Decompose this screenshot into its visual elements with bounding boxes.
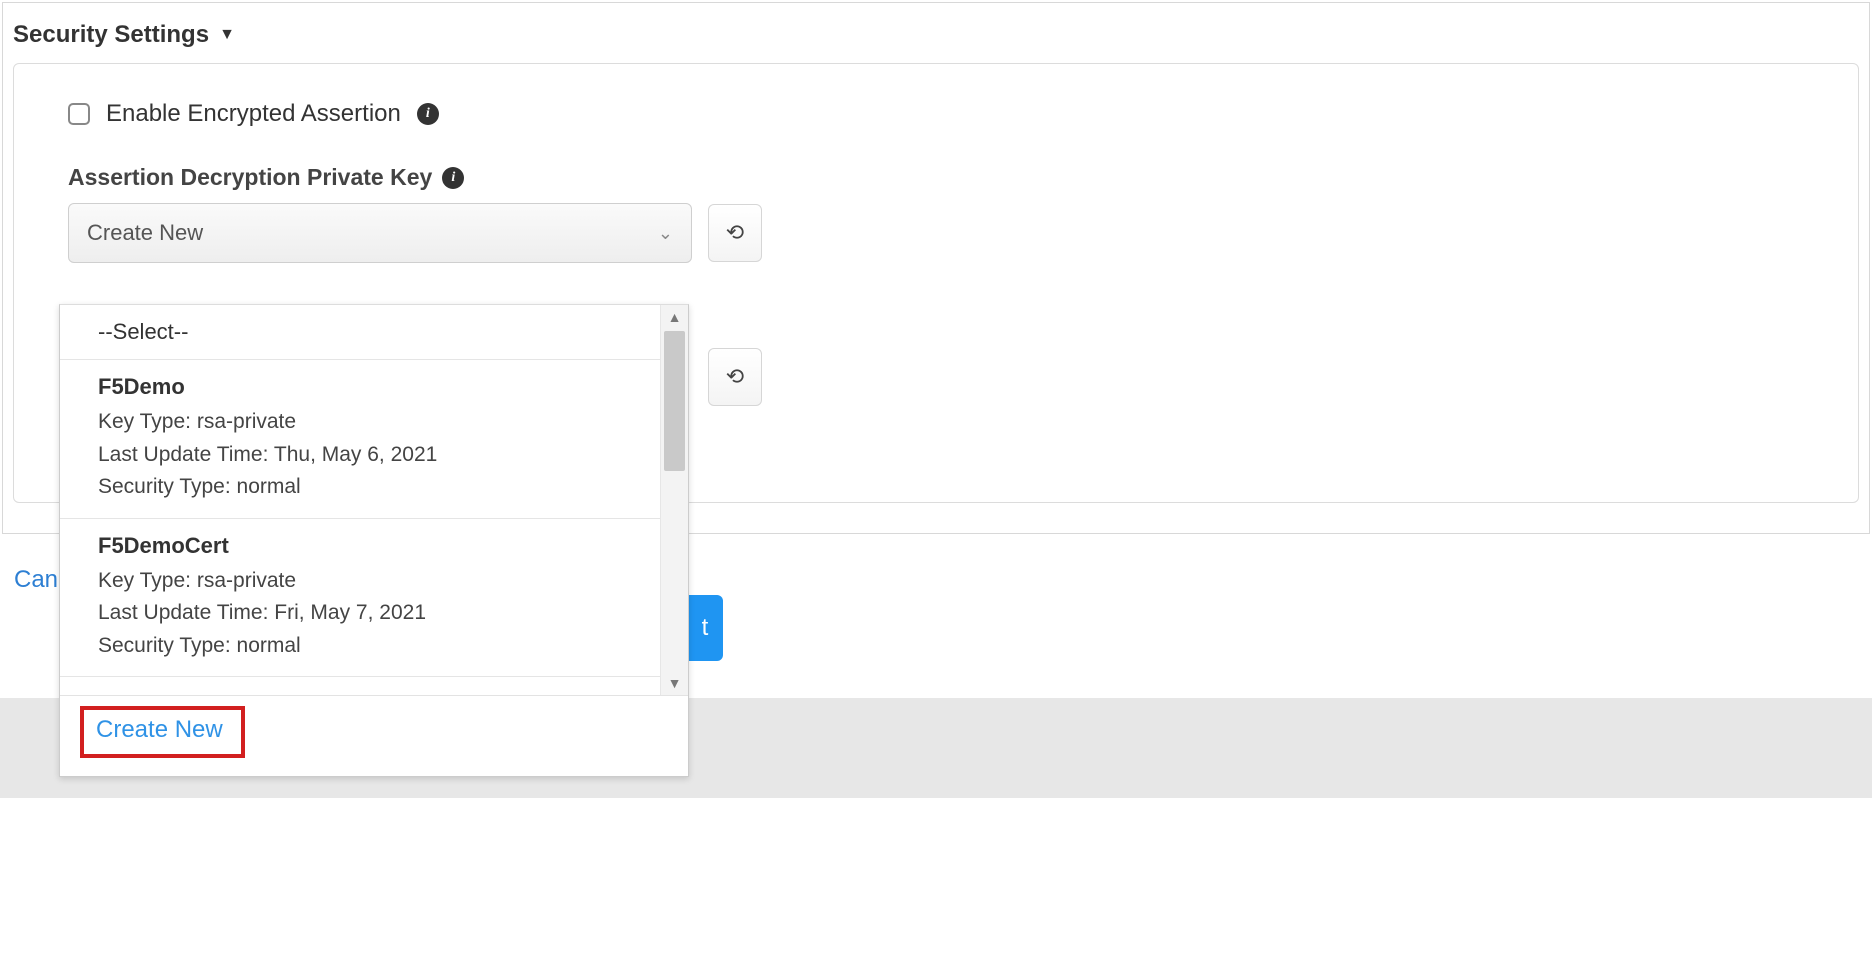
assertion-key-select[interactable]: Create New ⌄ bbox=[68, 203, 692, 263]
dropdown-scroll-area: --Select-- F5Demo Key Type: rsa-private … bbox=[60, 305, 688, 695]
info-icon[interactable]: i bbox=[417, 103, 439, 125]
assertion-key-select-value: Create New bbox=[87, 220, 203, 246]
info-icon[interactable]: i bbox=[442, 167, 464, 189]
refresh-icon: ⟳ bbox=[726, 364, 744, 390]
meta-value: Fri, May 7, 2021 bbox=[274, 601, 426, 624]
dropdown-option-meta: Key Type: rsa-private Last Update Time: … bbox=[98, 565, 650, 663]
scroll-down-icon[interactable]: ▼ bbox=[661, 671, 688, 695]
assertion-key-field: Assertion Decryption Private Key i Creat… bbox=[68, 164, 1804, 263]
dropdown-option-meta: Key Type: rsa-private Last Update Time: … bbox=[98, 406, 650, 504]
meta-label: Key Type: bbox=[98, 410, 191, 433]
dropdown-placeholder-option[interactable]: --Select-- bbox=[60, 305, 688, 360]
meta-value: normal bbox=[237, 475, 301, 498]
refresh-button[interactable]: ⟳ bbox=[708, 204, 762, 262]
meta-label: Security Type: bbox=[98, 634, 231, 657]
refresh-button[interactable]: ⟳ bbox=[708, 348, 762, 406]
enable-encrypted-assertion-checkbox[interactable] bbox=[68, 103, 90, 125]
meta-label: Key Type: bbox=[98, 569, 191, 592]
chevron-down-icon: ⌄ bbox=[658, 223, 673, 244]
meta-label: Security Type: bbox=[98, 475, 231, 498]
scroll-thumb[interactable] bbox=[664, 331, 685, 471]
dropdown-scrollbar[interactable]: ▲ ▼ bbox=[660, 305, 688, 695]
meta-value: rsa-private bbox=[197, 569, 296, 592]
security-settings-container: Security Settings ▼ Enable Encrypted Ass… bbox=[2, 2, 1870, 534]
create-new-label: Create New bbox=[96, 716, 223, 743]
meta-label: Last Update Time: bbox=[98, 601, 268, 624]
dropdown-option-title: ▬▬ ▬ ▬▬▬ ▬▬▬ ▬ ▬ ▬ bbox=[98, 687, 650, 695]
enable-encrypted-assertion-label: Enable Encrypted Assertion bbox=[106, 100, 401, 128]
caret-down-icon: ▼ bbox=[219, 26, 235, 44]
scroll-up-icon[interactable]: ▲ bbox=[661, 305, 688, 329]
meta-value: Thu, May 6, 2021 bbox=[274, 443, 437, 466]
assertion-key-dropdown: --Select-- F5Demo Key Type: rsa-private … bbox=[59, 304, 689, 777]
dropdown-placeholder-text: --Select-- bbox=[98, 319, 188, 344]
dropdown-option-title: F5DemoCert bbox=[98, 533, 650, 559]
next-button-label-fragment: t bbox=[702, 614, 709, 642]
assertion-key-label: Assertion Decryption Private Key bbox=[68, 164, 432, 191]
meta-label: Last Update Time: bbox=[98, 443, 268, 466]
cancel-link[interactable]: Can bbox=[14, 566, 58, 593]
create-new-option[interactable]: Create New bbox=[80, 706, 245, 758]
assertion-key-select-row: Create New ⌄ ⟳ bbox=[68, 203, 1804, 263]
dropdown-option-title: F5Demo bbox=[98, 374, 650, 400]
dropdown-footer: Create New bbox=[60, 695, 688, 776]
refresh-icon: ⟳ bbox=[726, 220, 744, 246]
meta-value: normal bbox=[237, 634, 301, 657]
assertion-key-label-row: Assertion Decryption Private Key i bbox=[68, 164, 1804, 191]
dropdown-option-clipped[interactable]: ▬▬ ▬ ▬▬▬ ▬▬▬ ▬ ▬ ▬ bbox=[60, 677, 688, 695]
meta-value: rsa-private bbox=[197, 410, 296, 433]
dropdown-option-f5democert[interactable]: F5DemoCert Key Type: rsa-private Last Up… bbox=[60, 519, 688, 678]
dropdown-option-f5demo[interactable]: F5Demo Key Type: rsa-private Last Update… bbox=[60, 360, 688, 519]
section-header[interactable]: Security Settings ▼ bbox=[13, 21, 1859, 49]
section-title: Security Settings bbox=[13, 21, 209, 49]
enable-encrypted-assertion-row: Enable Encrypted Assertion i bbox=[68, 100, 1804, 128]
